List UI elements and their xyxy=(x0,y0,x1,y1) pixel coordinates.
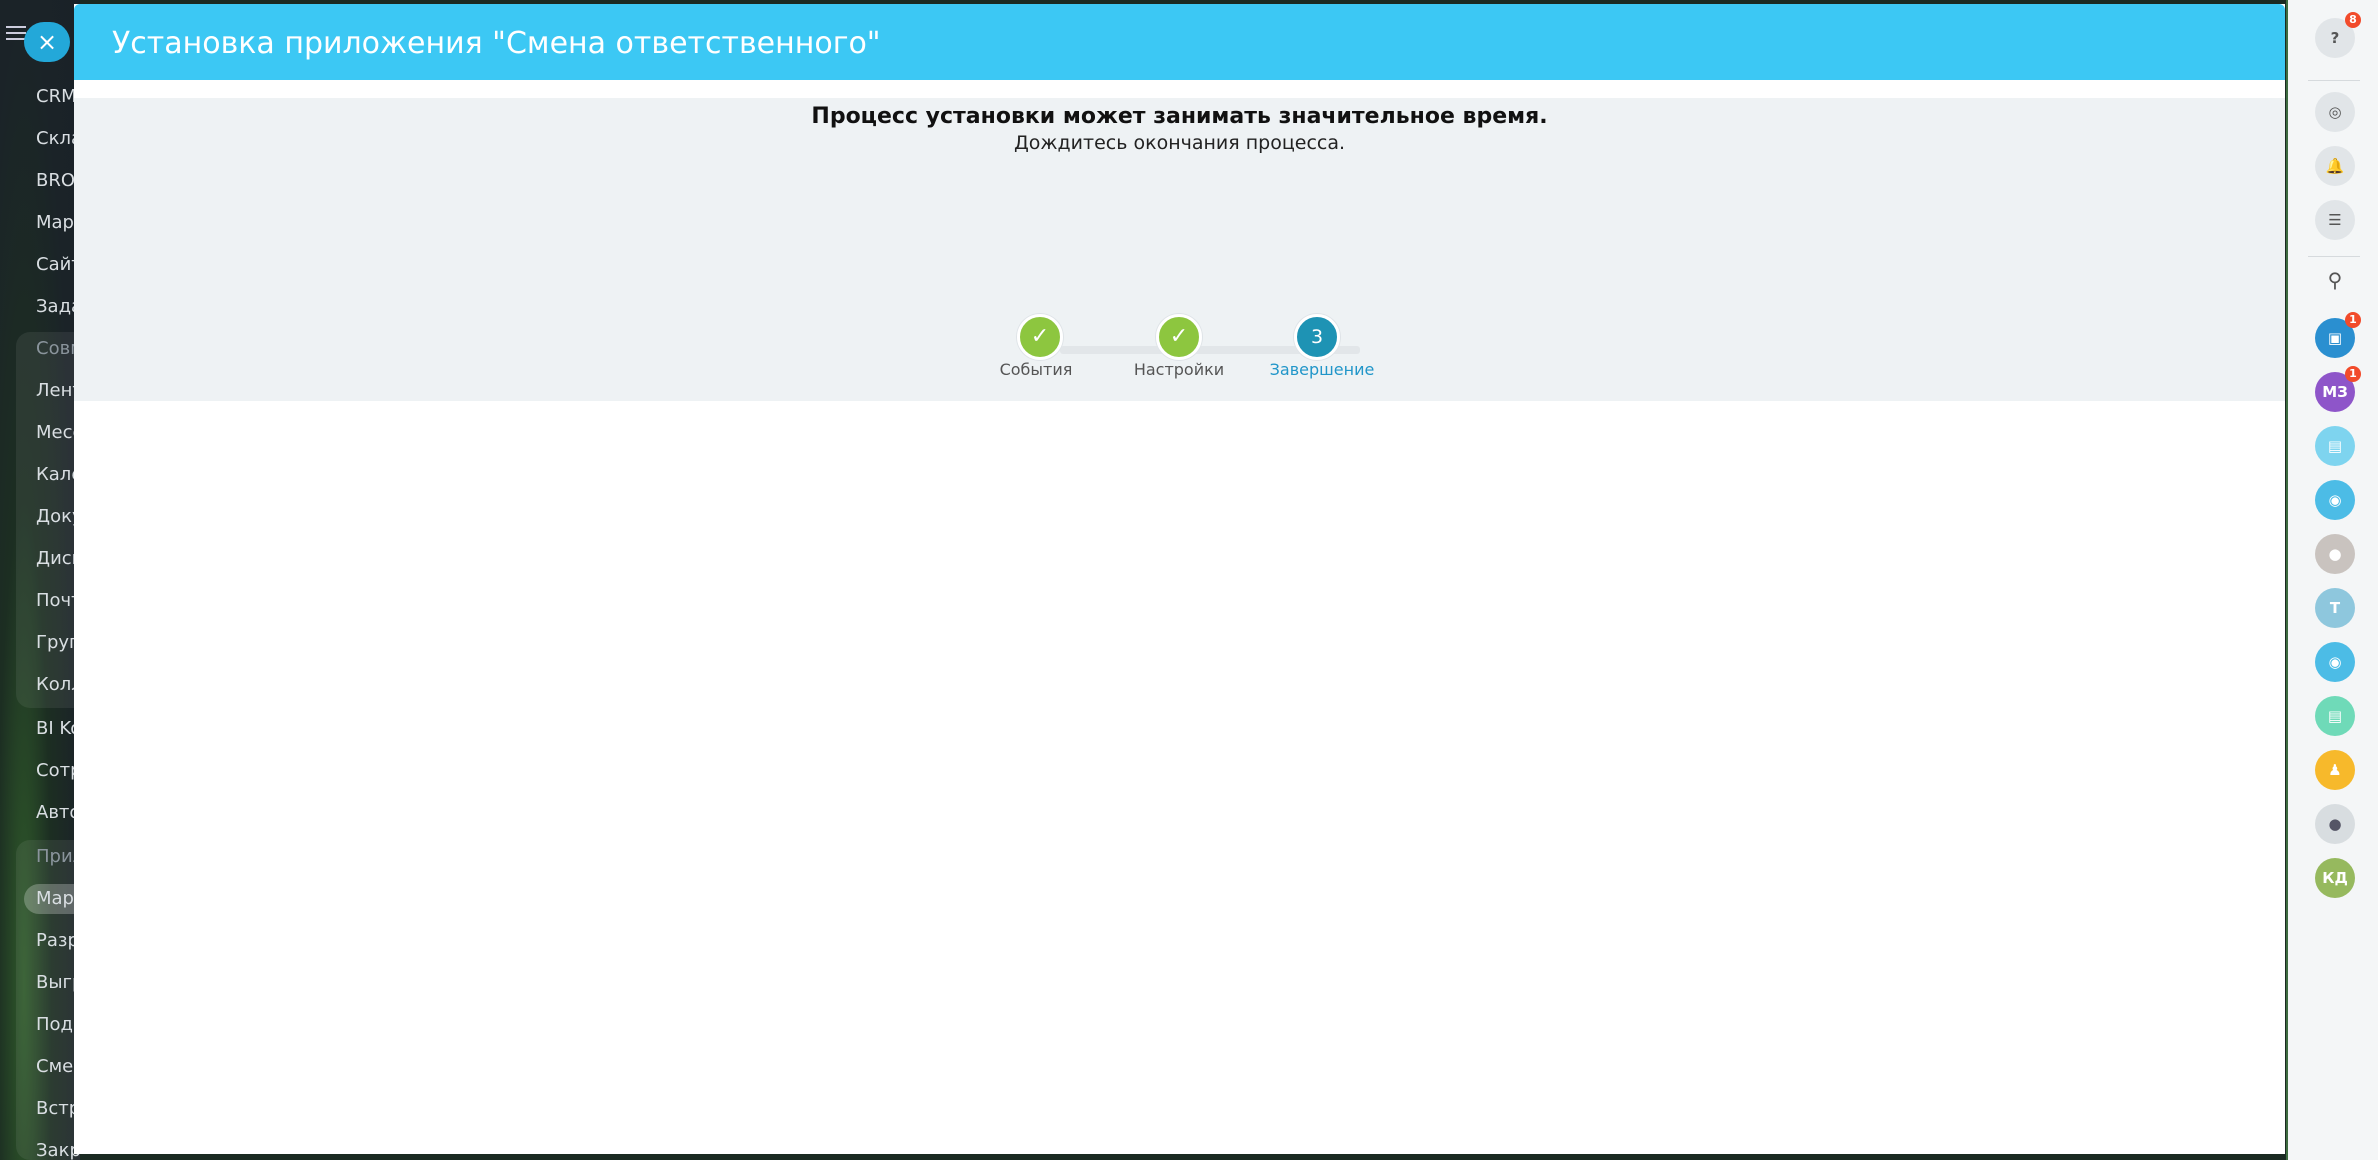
activity-button[interactable]: ◎ xyxy=(2315,92,2355,132)
divider xyxy=(2308,256,2360,257)
contact-card-icon: ▣ xyxy=(2327,329,2343,347)
chat-avatar-t[interactable]: Т xyxy=(2315,588,2355,628)
chat-avatar-3[interactable]: ▤ xyxy=(2315,426,2355,466)
person-photo-icon: ● xyxy=(2328,545,2342,563)
chat-avatar-9[interactable]: ♟ xyxy=(2315,750,2355,790)
user-clock-icon: ◉ xyxy=(2328,653,2342,671)
help-icon: ? xyxy=(2330,29,2340,47)
user-clock-icon: ◉ xyxy=(2328,491,2342,509)
messenger-button[interactable]: ☰ xyxy=(2315,200,2355,240)
help-badge: 8 xyxy=(2345,12,2361,28)
left-sidebar-background: CRM Скла BROI Мар Сайт Зада Совм Лент Ме… xyxy=(0,0,80,1160)
chat-avatar-1[interactable]: ▣ 1 xyxy=(2315,312,2361,358)
install-app-panel: Установка приложения "Смена ответственно… xyxy=(74,4,2285,1154)
step-label-events: События xyxy=(999,360,1073,379)
chat-icon: ☰ xyxy=(2328,211,2342,229)
close-icon: × xyxy=(36,28,58,56)
step-1-check-icon: ✓ xyxy=(1017,314,1063,360)
avatar-initials: МЗ xyxy=(2322,383,2348,401)
panel-header: Установка приложения "Смена ответственно… xyxy=(74,4,2285,80)
bell-icon: 🔔 xyxy=(2325,157,2345,175)
chat-avatar-kd[interactable]: КД xyxy=(2315,858,2355,898)
chat-avatar-photo[interactable]: ● xyxy=(2315,534,2355,574)
chat-avatar-7[interactable]: ◉ xyxy=(2315,642,2355,682)
chat-avatar-mz[interactable]: МЗ 1 xyxy=(2315,366,2361,412)
step-3-number: 3 xyxy=(1294,314,1340,360)
status-sub-text: Дождитесь окончания процесса. xyxy=(1013,132,1346,154)
person-photo-icon: ● xyxy=(2328,815,2342,833)
chat-badge: 1 xyxy=(2345,366,2361,382)
notifications-button[interactable]: 🔔 xyxy=(2315,146,2355,186)
step-2-check-icon: ✓ xyxy=(1156,314,1202,360)
help-button[interactable]: ? 8 xyxy=(2315,12,2361,58)
left-menu-item[interactable]: Мар xyxy=(36,212,74,233)
search-button[interactable]: ⚲ xyxy=(2315,260,2355,300)
chat-avatar-photo-2[interactable]: ● xyxy=(2315,804,2355,844)
avatar-initials: Т xyxy=(2329,599,2341,617)
step-label-finish: Завершение xyxy=(1269,360,1375,379)
left-menu-item[interactable]: Мар xyxy=(36,888,74,909)
search-icon: ⚲ xyxy=(2327,268,2343,292)
avatar-initials: КД xyxy=(2322,869,2348,887)
chat-avatar-4[interactable]: ◉ xyxy=(2315,480,2355,520)
panel-title: Установка приложения "Смена ответственно… xyxy=(112,26,881,61)
chat-bubble-icon: ▤ xyxy=(2327,437,2343,455)
status-main-text: Процесс установки может занимать значите… xyxy=(811,104,1548,129)
left-menu-item[interactable]: CRM xyxy=(36,86,77,107)
menu-icon[interactable] xyxy=(6,26,26,42)
install-status-area: Процесс установки может занимать значите… xyxy=(74,98,2285,401)
close-panel-button[interactable]: × xyxy=(24,22,70,62)
activity-icon: ◎ xyxy=(2328,103,2342,121)
step-label-settings: Настройки xyxy=(1133,360,1225,379)
divider xyxy=(2308,80,2360,81)
left-menu-item[interactable]: Разр xyxy=(36,930,79,951)
chat-badge: 1 xyxy=(2345,312,2361,328)
group-icon: ♟ xyxy=(2328,761,2342,779)
document-icon: ▤ xyxy=(2327,707,2343,725)
right-sidebar: ? 8 ◎ 🔔 ☰ ⚲ ▣ 1 МЗ 1 ▤ ◉ ● Т ◉ ▤ ♟ ● КД xyxy=(2286,0,2378,1160)
chat-avatar-8[interactable]: ▤ xyxy=(2315,696,2355,736)
